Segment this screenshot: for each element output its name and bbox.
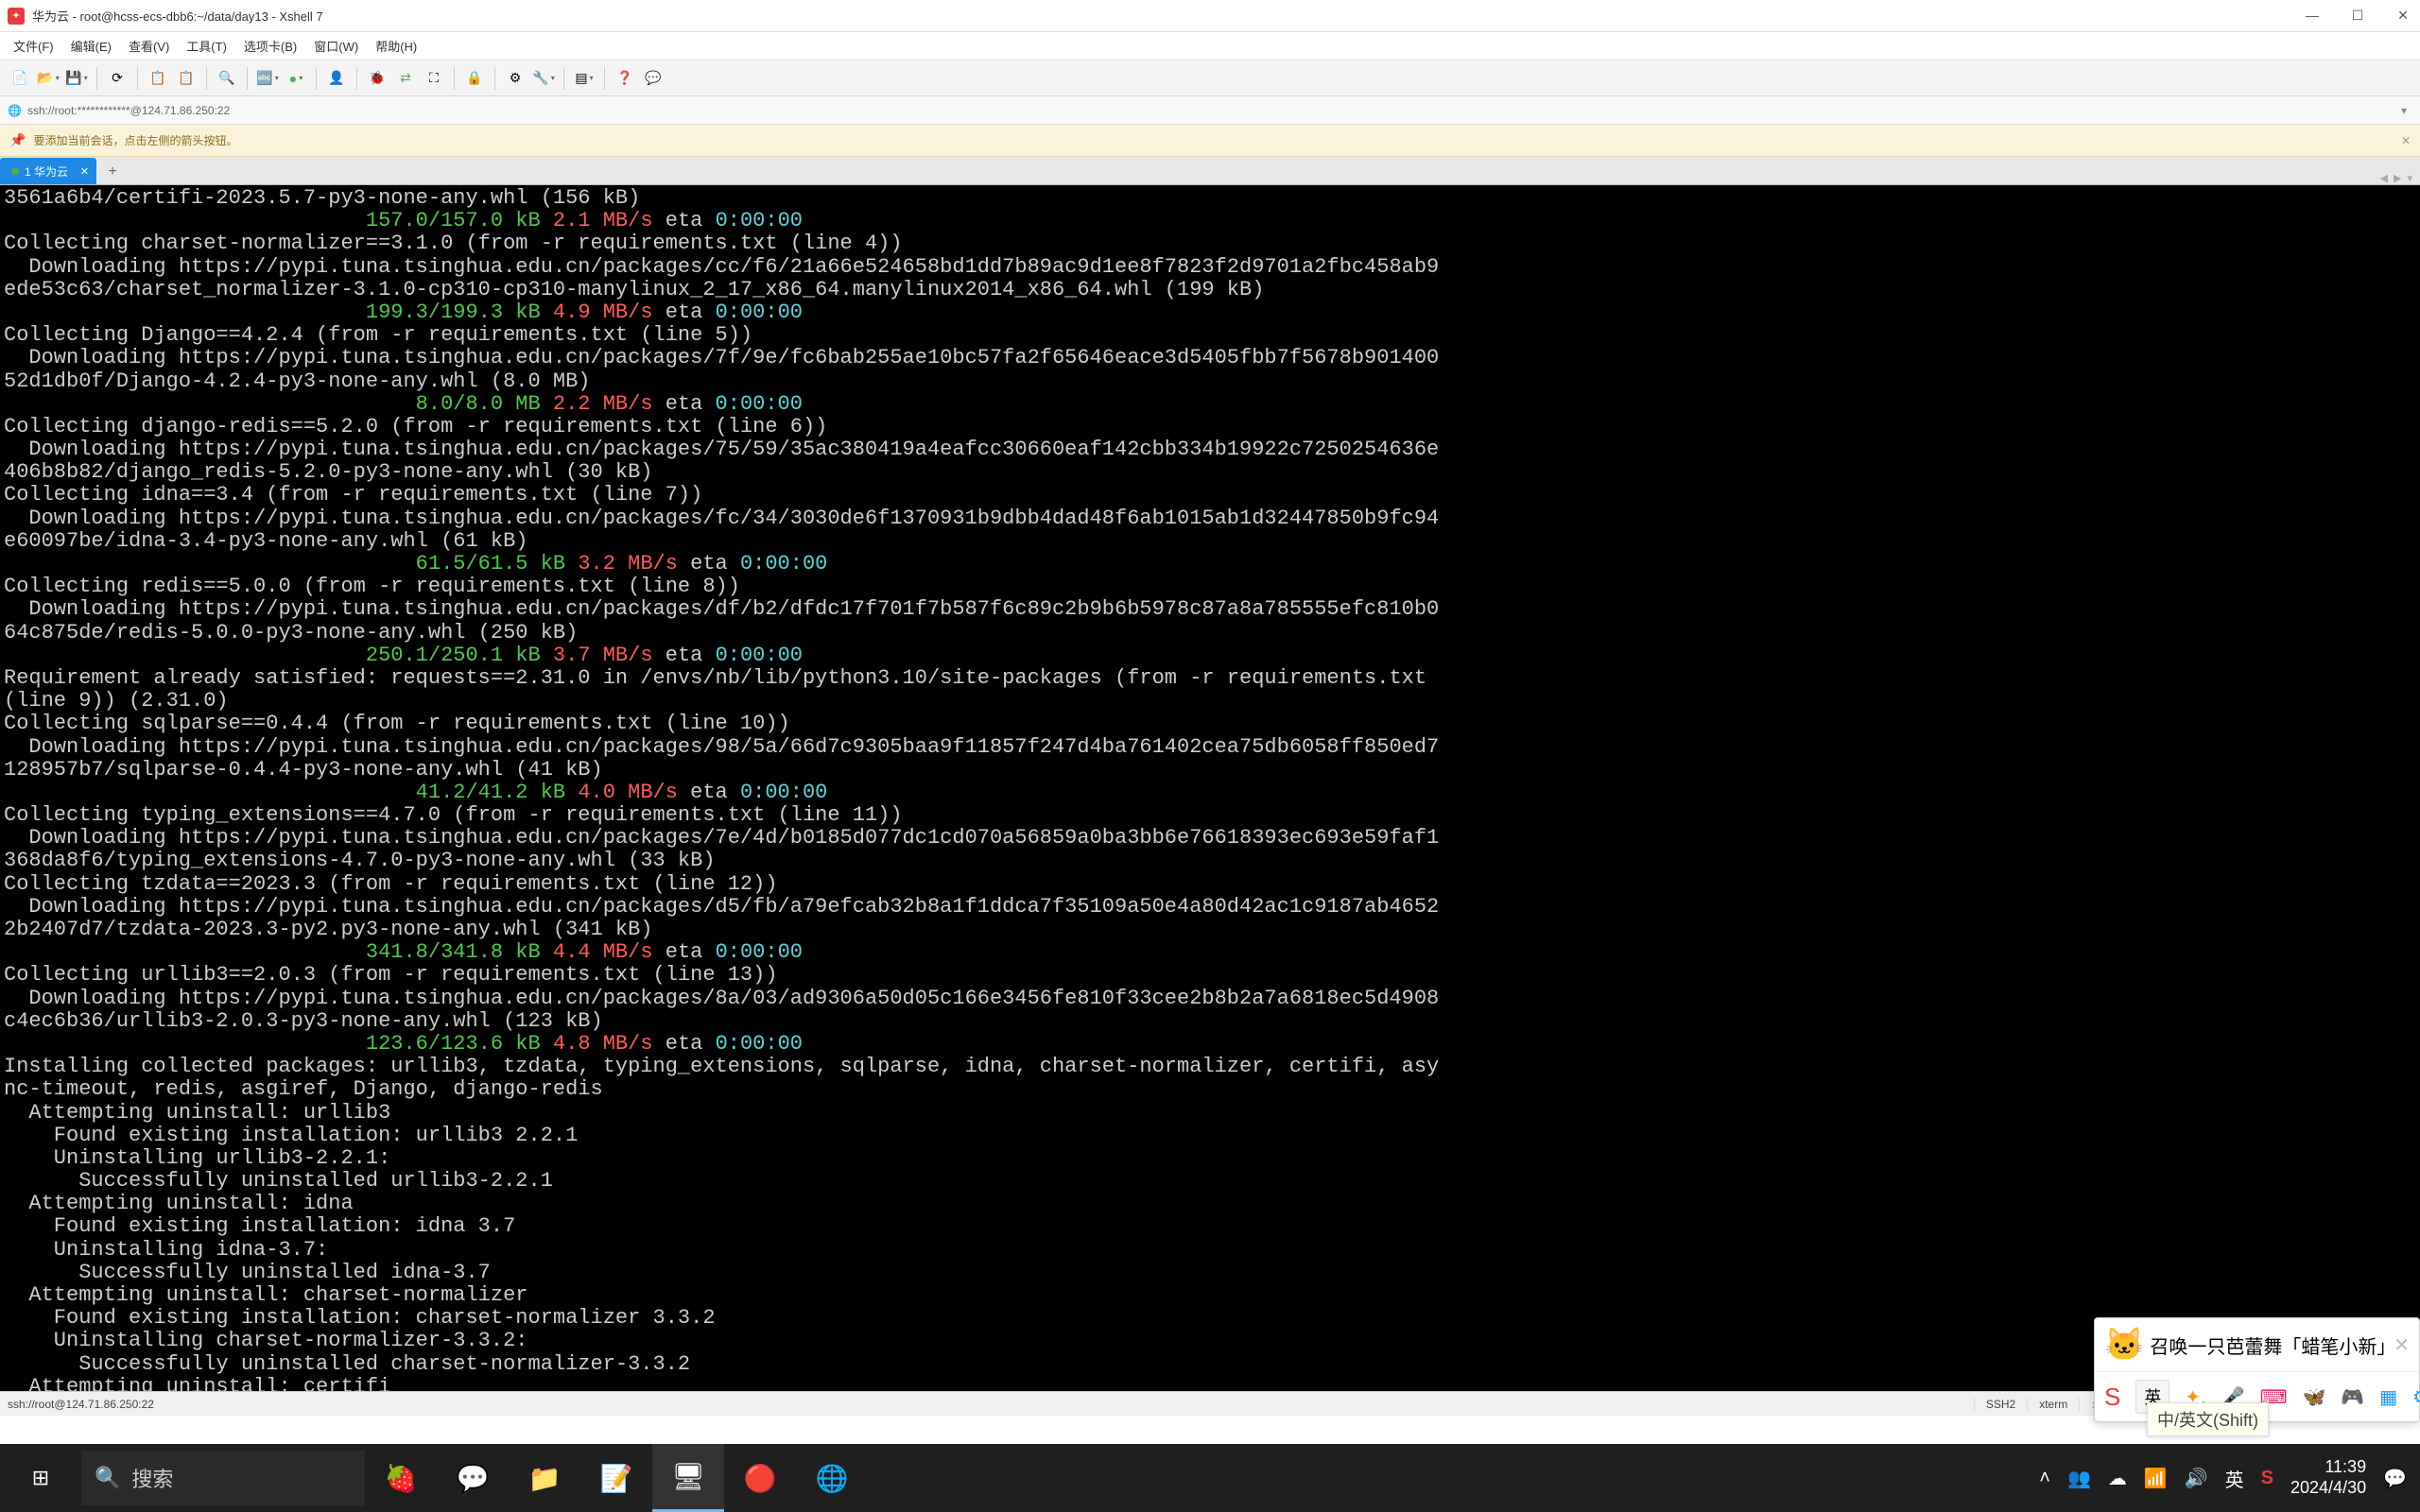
- menu-help[interactable]: 帮助(H): [368, 33, 424, 59]
- add-tab-button[interactable]: +: [100, 160, 125, 184]
- tab-close-button[interactable]: ✕: [80, 165, 89, 178]
- status-connection: ssh://root@124.71.86.250:22: [8, 1398, 154, 1411]
- search-placeholder: 搜索: [131, 1463, 173, 1493]
- close-button[interactable]: ✕: [2394, 8, 2412, 24]
- help-button[interactable]: ❓: [613, 66, 637, 91]
- feedback-button[interactable]: 💬: [641, 66, 666, 91]
- ime-toolbox-button[interactable]: ▦: [2379, 1385, 2397, 1409]
- taskbar-chrome[interactable]: 🌐: [796, 1444, 868, 1512]
- separator: [494, 67, 495, 90]
- hint-text: 要添加当前会话，点击左侧的箭头按钮。: [33, 132, 237, 148]
- menu-file[interactable]: 文件(F): [6, 33, 61, 59]
- lock-button[interactable]: 🔒: [462, 66, 487, 91]
- taskbar-search[interactable]: 🔍 搜索: [81, 1451, 365, 1505]
- transfer-button[interactable]: ⇄: [393, 66, 418, 91]
- tunnel-button[interactable]: 🔧: [531, 66, 556, 91]
- session-tab[interactable]: 1 华为云 ✕: [0, 158, 96, 184]
- menu-edit[interactable]: 编辑(E): [63, 33, 119, 59]
- properties-button[interactable]: ⚙: [503, 66, 527, 91]
- window-title: 华为云 - root@hcss-ecs-dbb6:~/data/day13 - …: [32, 7, 2303, 25]
- status-protocol: SSH2: [1974, 1398, 2027, 1411]
- menu-view[interactable]: 查看(V): [121, 33, 177, 59]
- tray-date: 2024/4/30: [2290, 1478, 2366, 1499]
- tray-volume-icon[interactable]: 🔊: [2185, 1467, 2208, 1490]
- menu-tabs[interactable]: 选项卡(B): [236, 33, 304, 59]
- terminal-output[interactable]: 3561a6b4/certifi-2023.5.7-py3-none-any.w…: [0, 185, 2420, 1391]
- tray-sogou-icon[interactable]: S: [2261, 1468, 2273, 1489]
- ime-settings-button[interactable]: ⚙: [2412, 1385, 2420, 1409]
- separator: [247, 67, 248, 90]
- window-titlebar: ✦ 华为云 - root@hcss-ecs-dbb6:~/data/day13 …: [0, 0, 2420, 32]
- tray-clock[interactable]: 11:39 2024/4/30: [2290, 1457, 2366, 1498]
- find-button[interactable]: 🔍: [215, 66, 239, 91]
- address-dropdown[interactable]: ▾: [2395, 104, 2412, 117]
- connected-icon: [11, 167, 19, 175]
- tab-list-button[interactable]: ▾: [2407, 172, 2412, 184]
- address-bar: 🌐 ▾: [0, 96, 2420, 125]
- layout-button[interactable]: ▤: [572, 66, 596, 91]
- ime-mascot-icon: 🐱: [2104, 1326, 2144, 1364]
- minimize-button[interactable]: —: [2303, 8, 2322, 24]
- open-button[interactable]: 📂: [36, 66, 60, 91]
- separator: [137, 67, 138, 90]
- tray-cloud-icon[interactable]: ☁: [2108, 1467, 2127, 1490]
- reconnect-button[interactable]: ⟳: [105, 66, 130, 91]
- menubar: 文件(F) 编辑(E) 查看(V) 工具(T) 选项卡(B) 窗口(W) 帮助(…: [0, 32, 2420, 60]
- separator: [96, 67, 97, 90]
- ime-close-button[interactable]: ✕: [2394, 1333, 2410, 1357]
- tray-time: 11:39: [2290, 1457, 2366, 1478]
- status-term-type: xterm: [2027, 1398, 2079, 1411]
- toolbar: 📄 📂 💾 ⟳ 📋 📋 🔍 🔤 ● 👤 🐞 ⇄ ⛶ 🔒 ⚙ 🔧 ▤ ❓ 💬: [0, 60, 2420, 96]
- globe-icon: 🌐: [8, 104, 22, 117]
- tab-next-button[interactable]: ▶: [2394, 172, 2401, 184]
- ime-skin-button[interactable]: 🦋: [2302, 1385, 2325, 1409]
- tray-chevron-up-icon[interactable]: ˄: [2039, 1468, 2050, 1489]
- separator: [316, 67, 317, 90]
- tray-strawberry-icon[interactable]: 🍓: [365, 1444, 437, 1512]
- app-icon: ✦: [8, 8, 25, 25]
- tray-people-icon[interactable]: 👥: [2067, 1467, 2091, 1490]
- menu-window[interactable]: 窗口(W): [306, 33, 366, 59]
- tray-network-icon[interactable]: 📶: [2144, 1467, 2168, 1490]
- font-button[interactable]: 🔤: [255, 66, 280, 91]
- menu-tools[interactable]: 工具(T): [179, 33, 234, 59]
- copy-button[interactable]: 📋: [146, 66, 170, 91]
- paste-button[interactable]: 📋: [174, 66, 199, 91]
- separator: [604, 67, 605, 90]
- taskbar-wechat[interactable]: 💬: [437, 1444, 509, 1512]
- ime-tooltip: 中/英文(Shift): [2147, 1402, 2269, 1436]
- pin-icon: 📌: [9, 132, 26, 148]
- new-session-button[interactable]: 📄: [8, 66, 32, 91]
- sogou-icon: S: [2104, 1383, 2120, 1412]
- taskbar-app[interactable]: 🔴: [724, 1444, 796, 1512]
- ime-game-button[interactable]: 🎮: [2341, 1385, 2364, 1409]
- tab-bar: 1 华为云 ✕ + ◀ ▶ ▾: [0, 157, 2420, 185]
- taskbar: ⊞ 🔍 搜索 🍓 💬 📁 📝 🖥 🔴 🌐 ˄ 👥 ☁ 📶 🔊 英 S 11:39…: [0, 1444, 2420, 1512]
- save-button[interactable]: 💾: [64, 66, 89, 91]
- maximize-button[interactable]: ☐: [2348, 8, 2367, 24]
- address-input[interactable]: [27, 104, 2395, 117]
- script-button[interactable]: 🐞: [365, 66, 389, 91]
- separator: [206, 67, 207, 90]
- tray-ime-lang[interactable]: 英: [2225, 1465, 2244, 1492]
- taskbar-notepad[interactable]: 📝: [580, 1444, 652, 1512]
- color-scheme-button[interactable]: ●: [284, 66, 308, 91]
- separator: [356, 67, 357, 90]
- taskbar-xshell[interactable]: 🖥: [652, 1444, 724, 1512]
- tab-prev-button[interactable]: ◀: [2380, 172, 2388, 184]
- search-icon: 🔍: [95, 1466, 120, 1490]
- user-button[interactable]: 👤: [324, 66, 349, 91]
- tab-label: 1 华为云: [25, 163, 68, 180]
- fullscreen-button[interactable]: ⛶: [422, 66, 446, 91]
- hint-bar: 📌 要添加当前会话，点击左侧的箭头按钮。 ✕: [0, 125, 2420, 157]
- separator: [563, 67, 564, 90]
- start-button[interactable]: ⊞: [0, 1444, 81, 1512]
- taskbar-explorer[interactable]: 📁: [509, 1444, 580, 1512]
- hint-close-button[interactable]: ✕: [2401, 134, 2411, 147]
- status-bar: ssh://root@124.71.86.250:22 SSH2 xterm ↕…: [0, 1391, 2420, 1416]
- separator: [454, 67, 455, 90]
- tray-notifications-icon[interactable]: 💬: [2383, 1467, 2407, 1490]
- ime-suggestion[interactable]: 召唤一只芭蕾舞「蜡笔小新」: [2150, 1332, 2388, 1359]
